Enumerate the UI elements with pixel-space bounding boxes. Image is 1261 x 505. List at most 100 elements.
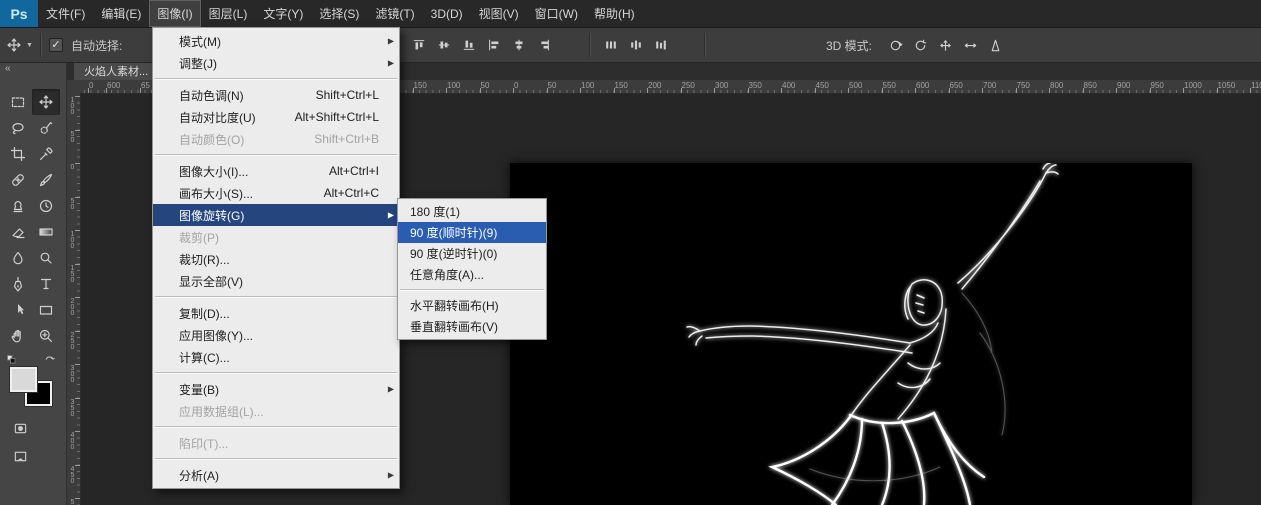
image-menu-item-trim[interactable]: 裁切(R)...: [153, 248, 399, 270]
dodge-tool-icon: [38, 250, 54, 266]
menubar-item-type[interactable]: 文字(Y): [255, 0, 311, 27]
submenu-arrow-icon: ▶: [387, 384, 394, 394]
image-menu-item-analysis[interactable]: 分析(A) ▶: [153, 464, 399, 486]
image-menu-item-calculations[interactable]: 计算(C)...: [153, 346, 399, 368]
document-tab[interactable]: 火焰人素材...: [74, 61, 160, 80]
dodge-tool[interactable]: [32, 245, 60, 271]
gradient-tool[interactable]: [32, 219, 60, 245]
move-tool-icon[interactable]: [6, 37, 22, 53]
menubar-item-file[interactable]: 文件(F): [38, 0, 93, 27]
align-horizontal-centers-button[interactable]: [508, 34, 530, 56]
ruler-number: 100: [69, 231, 76, 249]
tool-preset-dropdown-icon[interactable]: ▼: [26, 42, 33, 49]
menu-item-label: 垂直翻转画布(V): [410, 320, 498, 334]
zoom-tool[interactable]: [32, 323, 60, 349]
image-menu-item-reveal-all[interactable]: 显示全部(V): [153, 270, 399, 292]
menubar-item-view[interactable]: 视图(V): [471, 0, 527, 27]
ruler-number: 150: [413, 81, 427, 90]
image-menu-item-auto-contrast[interactable]: 自动对比度(U) Alt+Shift+Ctrl+L: [153, 106, 399, 128]
rotate-submenu-item-arbitrary[interactable]: 任意角度(A)...: [398, 264, 546, 285]
distribute-right-edges-button[interactable]: [650, 34, 672, 56]
ruler-number: 750: [1016, 81, 1030, 90]
ruler-number: 950: [1150, 81, 1164, 90]
screen-mode-button[interactable]: [8, 446, 32, 466]
menubar-item-help[interactable]: 帮助(H): [586, 0, 643, 27]
swap-colors-icon[interactable]: [44, 353, 56, 371]
ruler-number: 450: [815, 81, 829, 90]
collapse-panel-button[interactable]: «: [0, 61, 66, 76]
image-menu-item-image-size[interactable]: 图像大小(I)... Alt+Ctrl+I: [153, 160, 399, 182]
align-left-edges-button[interactable]: [483, 34, 505, 56]
ruler-number: 300: [69, 365, 76, 383]
image-menu-item-auto-tone[interactable]: 自动色调(N) Shift+Ctrl+L: [153, 84, 399, 106]
menubar-item-filter[interactable]: 滤镜(T): [367, 0, 422, 27]
menu-item-label: 陷印(T)...: [179, 436, 229, 451]
distribute-horizontal-centers-button[interactable]: [625, 34, 647, 56]
ruler-number: 700: [983, 81, 997, 90]
type-tool[interactable]: [32, 271, 60, 297]
ruler-number: 0: [89, 81, 94, 90]
clone-stamp-tool[interactable]: [4, 193, 32, 219]
rotate-submenu-item-90-cw[interactable]: 90 度(顺时针)(9): [398, 222, 546, 243]
path-selection-tool[interactable]: [4, 297, 32, 323]
history-brush-tool[interactable]: [32, 193, 60, 219]
brush-tool[interactable]: [32, 167, 60, 193]
menubar-item-window[interactable]: 窗口(W): [527, 0, 586, 27]
eyedropper-tool[interactable]: [32, 141, 60, 167]
vertical-ruler[interactable]: 10050050100150200250300350400450500: [66, 93, 81, 505]
image-menu-dropdown: 模式(M) ▶ 调整(J) ▶ 自动色调(N) Shift+Ctrl+L 自动对比度(U) A…: [152, 27, 400, 489]
align-bottom-edges-button[interactable]: [458, 34, 480, 56]
align-top-edges-button[interactable]: [408, 34, 430, 56]
image-menu-item-variables[interactable]: 变量(B) ▶: [153, 378, 399, 400]
spot-healing-brush-tool[interactable]: [4, 167, 32, 193]
menu-item-label: 90 度(逆时针)(0): [410, 247, 498, 261]
ruler-number: 0: [69, 164, 76, 170]
shape-tool[interactable]: [32, 297, 60, 323]
ruler-number: 600: [107, 81, 121, 90]
move-tool[interactable]: [32, 89, 60, 115]
image-menu-item-adjustments[interactable]: 调整(J) ▶: [153, 52, 399, 74]
image-menu-item-canvas-size[interactable]: 画布大小(S)... Alt+Ctrl+C: [153, 182, 399, 204]
rectangular-marquee-tool[interactable]: [4, 89, 32, 115]
menubar-item-edit[interactable]: 编辑(E): [93, 0, 149, 27]
3d-rotate-button[interactable]: [884, 34, 906, 56]
align-vertical-centers-button[interactable]: [433, 34, 455, 56]
menu-item-label: 90 度(顺时针)(9): [410, 226, 498, 240]
rotate-submenu-item-flip-horizontal[interactable]: 水平翻转画布(H): [398, 295, 546, 316]
3d-slide-button[interactable]: [959, 34, 981, 56]
3d-pan-button[interactable]: [934, 34, 956, 56]
rotate-submenu-item-90-ccw[interactable]: 90 度(逆时针)(0): [398, 243, 546, 264]
rotate-submenu-item-180[interactable]: 180 度(1): [398, 201, 546, 222]
lasso-tool[interactable]: [4, 115, 32, 141]
align-bottom-edges-icon: [462, 38, 476, 52]
blur-tool[interactable]: [4, 245, 32, 271]
menu-bar: Ps 文件(F) 编辑(E) 图像(I) 图层(L) 文字(Y) 选择(S) 滤镜(T) 3D…: [0, 0, 1261, 28]
ruler-number: 450: [69, 465, 76, 484]
distribute-left-edges-button[interactable]: [600, 34, 622, 56]
menubar-item-image[interactable]: 图像(I): [149, 0, 201, 27]
rotate-submenu-item-flip-vertical[interactable]: 垂直翻转画布(V): [398, 316, 546, 337]
image-menu-item-apply-image[interactable]: 应用图像(Y)...: [153, 324, 399, 346]
menubar-item-select[interactable]: 选择(S): [311, 0, 367, 27]
quick-mask-button[interactable]: [8, 418, 32, 438]
ruler-origin-corner[interactable]: [66, 80, 81, 94]
align-icons-group: [408, 28, 555, 62]
foreground-color-swatch[interactable]: [10, 367, 37, 392]
pen-tool[interactable]: [4, 271, 32, 297]
auto-select-checkbox[interactable]: ✓: [48, 38, 63, 52]
image-menu-item-mode[interactable]: 模式(M) ▶: [153, 30, 399, 52]
hand-tool[interactable]: [4, 323, 32, 349]
3d-roll-button[interactable]: [909, 34, 931, 56]
menubar-item-3d[interactable]: 3D(D): [423, 0, 471, 27]
quick-selection-tool[interactable]: [32, 115, 60, 141]
image-menu-item-image-rotation[interactable]: 图像旋转(G) ▶: [153, 204, 399, 226]
image-menu-item-duplicate[interactable]: 复制(D)...: [153, 302, 399, 324]
eraser-tool[interactable]: [4, 219, 32, 245]
menubar-item-layer[interactable]: 图层(L): [201, 0, 256, 27]
ruler-number: 850: [1083, 81, 1097, 90]
menu-separator: [155, 296, 397, 298]
crop-tool[interactable]: [4, 141, 32, 167]
document-canvas[interactable]: [510, 163, 1192, 505]
3d-scale-button[interactable]: [984, 34, 1006, 56]
align-right-edges-button[interactable]: [533, 34, 555, 56]
